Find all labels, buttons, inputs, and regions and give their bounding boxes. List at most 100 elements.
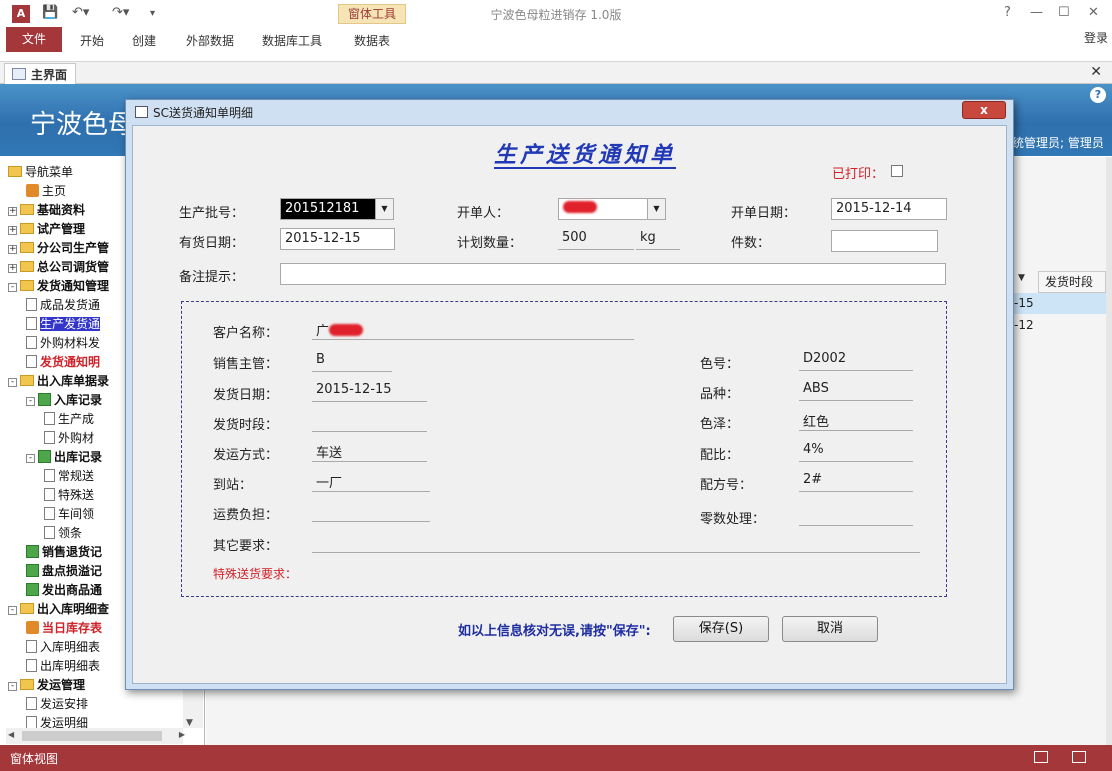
nav-item[interactable]: 主页 [26,182,66,201]
nav-horizontal-scrollbar[interactable]: ◀ ▶ [6,728,185,744]
close-window-button[interactable]: ✕ [1088,5,1099,20]
customize-toolbar-icon[interactable]: ▾ [150,8,155,26]
collapse-icon[interactable]: - [8,606,17,615]
nav-item[interactable]: - 发运管理 [8,676,85,695]
form-view-icon[interactable] [1034,751,1048,763]
customer-field[interactable]: 广 [312,320,634,340]
nav-item[interactable]: - 出入库单据录 [8,372,109,391]
ship-period-field[interactable] [312,412,427,432]
nav-item[interactable]: + 分公司生产管 [8,239,109,258]
nav-item[interactable]: 入库明细表 [26,638,100,657]
minimize-button[interactable]: — [1030,5,1043,20]
nav-item[interactable]: + 基础资料 [8,201,85,220]
access-app-icon[interactable]: A [12,5,30,23]
status-bar [0,745,1112,771]
chevron-down-icon[interactable]: ▼ [647,199,665,219]
issuer-combo[interactable]: ▼ [558,198,666,220]
tab-external-data[interactable]: 外部数据 [186,32,234,49]
help-button[interactable]: ? [1004,5,1011,20]
printed-checkbox[interactable] [891,165,903,177]
tab-datasheet[interactable]: 数据表 [354,32,390,49]
status-view-label: 窗体视图 [10,752,59,766]
freight-field[interactable] [312,502,430,522]
expand-icon[interactable]: + [8,207,17,216]
batch-no-combo[interactable]: 201512181 ▼ [280,198,394,220]
document-icon [44,507,55,520]
stock-date-field[interactable]: 2015-12-15 [280,228,395,250]
maximize-button[interactable]: ☐ [1058,5,1070,20]
nav-item[interactable]: 销售退货记 [26,543,102,562]
nav-item[interactable]: 常规送 [44,467,94,486]
planned-qty-field[interactable]: 500 [558,230,634,250]
nav-item[interactable]: 成品发货通 [26,296,100,315]
ship-method-field[interactable]: 车送 [312,442,427,462]
nav-item[interactable]: 生产成 [44,410,94,429]
nav-item[interactable]: 领条 [44,524,82,543]
tab-file[interactable]: 文件 [6,27,62,52]
recipe-field[interactable]: 2# [799,472,913,492]
cancel-button[interactable]: 取消 [782,616,878,642]
fraction-field[interactable] [799,506,913,526]
collapse-icon[interactable]: - [8,283,17,292]
nav-item[interactable]: 特殊送 [44,486,94,505]
nav-item[interactable]: 盘点损溢记 [26,562,102,581]
help-icon[interactable]: ? [1090,87,1106,103]
chevron-down-icon[interactable]: ▼ [375,199,393,219]
form-tools-context-group: 窗体工具 [338,4,406,24]
ribbon-collapsed-area [0,54,1112,62]
save-icon[interactable]: 💾 [42,5,58,23]
grid-cell[interactable]: -15 [1014,296,1034,310]
nav-item[interactable]: 当日库存表 [26,619,102,638]
ship-date-field[interactable]: 2015-12-15 [312,382,427,402]
expand-icon[interactable]: + [8,245,17,254]
nav-item[interactable]: 发出商品通 [26,581,102,600]
nav-item[interactable]: - 出库记录 [26,448,102,467]
datasheet-view-icon[interactable] [1072,751,1086,763]
nav-item[interactable]: 出库明细表 [26,657,100,676]
station-field[interactable]: 一厂 [312,472,430,492]
sales-manager-field[interactable]: B [312,352,392,372]
nav-item[interactable]: 发运安排 [26,695,88,714]
pieces-field[interactable] [831,230,938,252]
nav-item[interactable]: 发货通知明 [26,353,100,372]
tab-home[interactable]: 开始 [80,32,104,49]
folder-icon [20,280,34,291]
column-filter-arrow-icon[interactable]: ▼ [1018,273,1025,283]
collapse-icon[interactable]: - [26,397,35,406]
variety-field[interactable]: ABS [799,381,913,401]
dialog-close-button[interactable]: x [962,101,1006,119]
collapse-icon[interactable]: - [8,378,17,387]
tab-database-tools[interactable]: 数据库工具 [262,32,322,49]
column-header-ship-period[interactable]: 发货时段 [1038,271,1106,293]
nav-item[interactable]: - 发货通知管理 [8,277,109,296]
color-no-field[interactable]: D2002 [799,351,913,371]
other-req-field[interactable] [312,533,920,553]
nav-item[interactable]: 生产发货通 [26,315,101,334]
color-field[interactable]: 红色 [799,411,913,431]
close-document-icon[interactable]: ✕ [1090,64,1102,80]
nav-item[interactable]: + 总公司调货管 [8,258,109,277]
doc-tab-main[interactable]: 主界面 [4,63,76,84]
nav-item[interactable]: - 入库记录 [26,391,102,410]
expand-icon[interactable]: + [8,226,17,235]
redo-icon[interactable]: ↷▾ [112,5,129,23]
order-date-field[interactable]: 2015-12-14 [831,198,947,220]
nav-item-label: 特殊送 [58,488,95,502]
grid-cell[interactable]: -12 [1014,318,1034,332]
nav-item[interactable]: + 试产管理 [8,220,85,239]
tab-create[interactable]: 创建 [132,32,156,49]
collapse-icon[interactable]: - [8,682,17,691]
main-vertical-scrollbar[interactable] [1106,157,1112,745]
nav-item[interactable]: 车间领 [44,505,94,524]
nav-item[interactable]: 外购材 [44,429,94,448]
login-link[interactable]: 登录 [1084,29,1108,46]
collapse-icon[interactable]: - [26,454,35,463]
nav-item[interactable]: 导航菜单 [8,163,73,182]
undo-icon[interactable]: ↶▾ [72,5,89,23]
remark-field[interactable] [280,263,946,285]
ratio-field[interactable]: 4% [799,442,913,462]
nav-item[interactable]: 外购材料发 [26,334,100,353]
save-button[interactable]: 保存(S) [673,616,769,642]
expand-icon[interactable]: + [8,264,17,273]
nav-item[interactable]: - 出入库明细查 [8,600,109,619]
